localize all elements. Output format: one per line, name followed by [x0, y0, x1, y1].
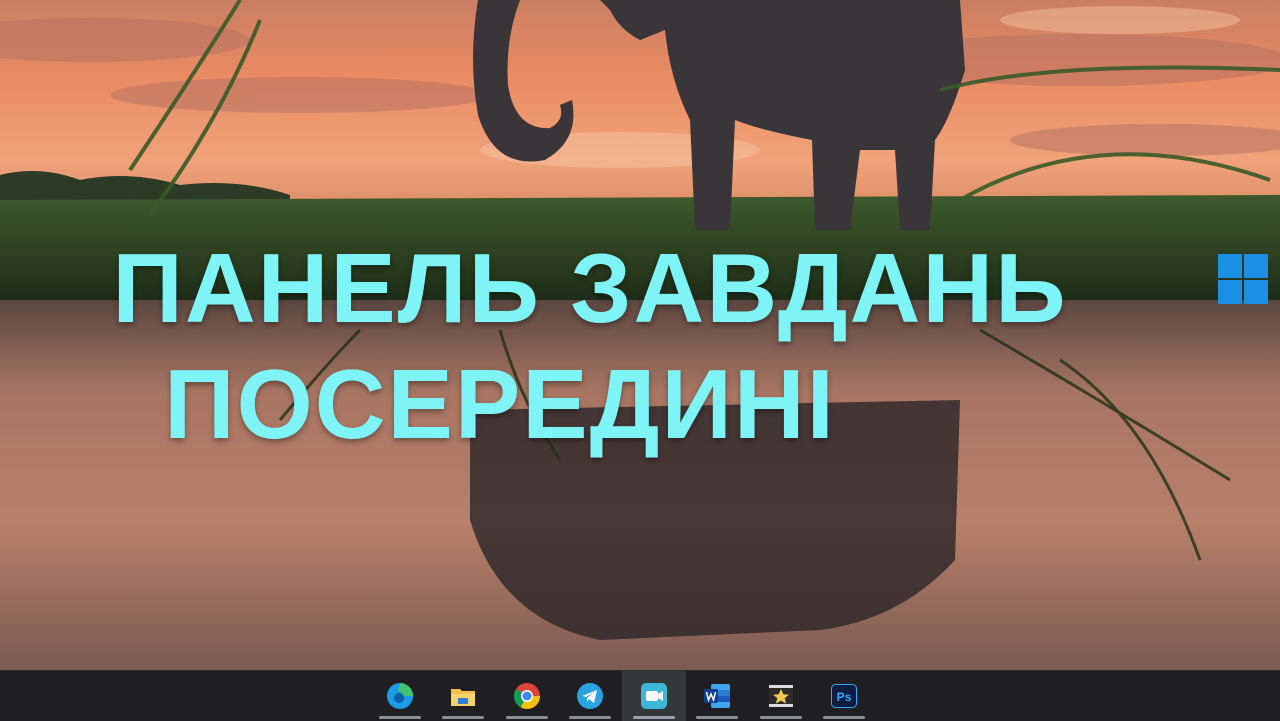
running-indicator: [632, 716, 675, 719]
windows-logo-icon: [1216, 252, 1270, 306]
film-star-icon: [768, 685, 793, 707]
thumbnail-title: ПАНЕЛЬ ЗАВДАНЬ ПОСЕРЕДИНІ: [0, 230, 1280, 462]
telegram-icon: [577, 683, 604, 709]
taskbar-item-movie-maker[interactable]: [749, 671, 813, 721]
taskbar-item-photoshop[interactable]: Ps: [813, 671, 877, 721]
running-indicator: [378, 716, 421, 719]
title-line-2: ПОСЕРЕДИНІ: [164, 349, 836, 459]
title-line-1: ПАНЕЛЬ ЗАВДАНЬ: [112, 233, 1068, 343]
running-indicator: [823, 716, 866, 719]
chrome-icon: [513, 683, 540, 710]
taskbar-item-word[interactable]: [686, 671, 750, 721]
taskbar-item-screen-recorder[interactable]: [622, 671, 686, 721]
taskbar-item-telegram[interactable]: [559, 671, 623, 721]
folder-icon: [451, 689, 476, 706]
running-indicator: [569, 716, 612, 719]
running-indicator: [759, 716, 802, 719]
taskbar-app-list: Ps: [368, 671, 876, 721]
running-indicator: [696, 716, 739, 719]
running-indicator: [505, 716, 548, 719]
taskbar-item-file-explorer[interactable]: [432, 671, 496, 721]
edge-icon: [386, 683, 413, 709]
taskbar: Ps: [0, 670, 1280, 721]
word-icon: [704, 684, 731, 708]
running-indicator: [442, 716, 485, 719]
photoshop-label: Ps: [837, 690, 852, 704]
taskbar-item-edge[interactable]: [368, 671, 432, 721]
camera-icon: [640, 683, 667, 709]
taskbar-item-chrome[interactable]: [495, 671, 559, 721]
photoshop-icon: Ps: [831, 684, 858, 708]
